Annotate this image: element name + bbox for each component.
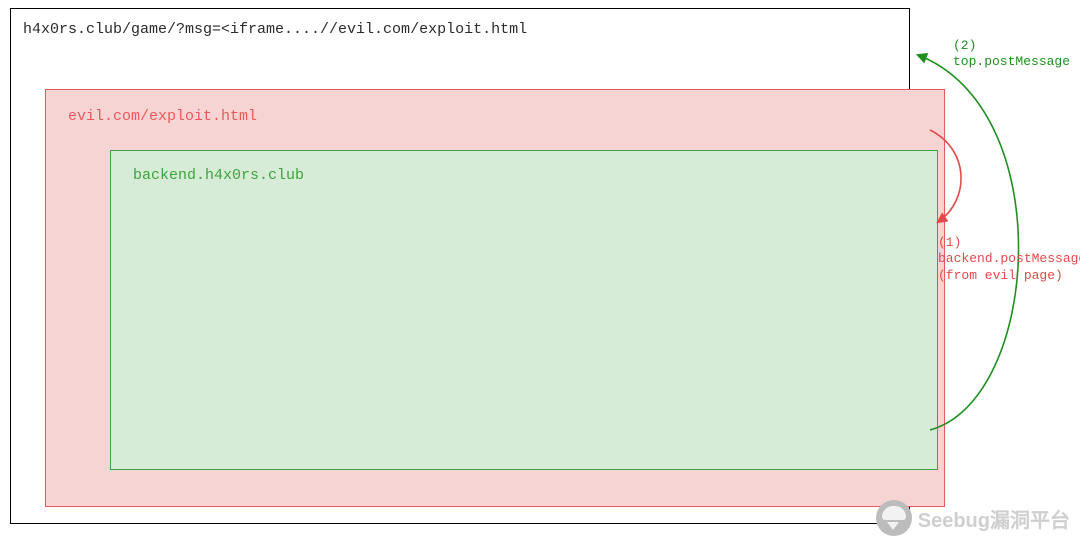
annotation-step-2: (2) top.postMessage [953, 38, 1070, 71]
annotation-step-2-number: (2) [953, 38, 1070, 54]
annotation-step-1-number: (1) [938, 235, 1080, 251]
backend-iframe: backend.h4x0rs.club [110, 150, 938, 470]
top-window-frame: h4x0rs.club/game/?msg=<iframe....//evil.… [10, 8, 910, 524]
backend-iframe-url: backend.h4x0rs.club [133, 167, 304, 184]
wechat-icon [876, 500, 912, 536]
evil-iframe: evil.com/exploit.html backend.h4x0rs.clu… [45, 89, 945, 507]
annotation-step-1-source: (from evil page) [938, 268, 1080, 284]
evil-iframe-url: evil.com/exploit.html [68, 108, 257, 125]
annotation-step-2-text: top.postMessage [953, 54, 1070, 70]
watermark: Seebug漏洞平台 [876, 500, 1070, 536]
annotation-step-1-text: backend.postMessage [938, 251, 1080, 267]
top-window-url: h4x0rs.club/game/?msg=<iframe....//evil.… [23, 21, 527, 38]
watermark-text: Seebug漏洞平台 [918, 504, 1070, 533]
annotation-step-1: (1) backend.postMessage (from evil page) [938, 235, 1080, 284]
